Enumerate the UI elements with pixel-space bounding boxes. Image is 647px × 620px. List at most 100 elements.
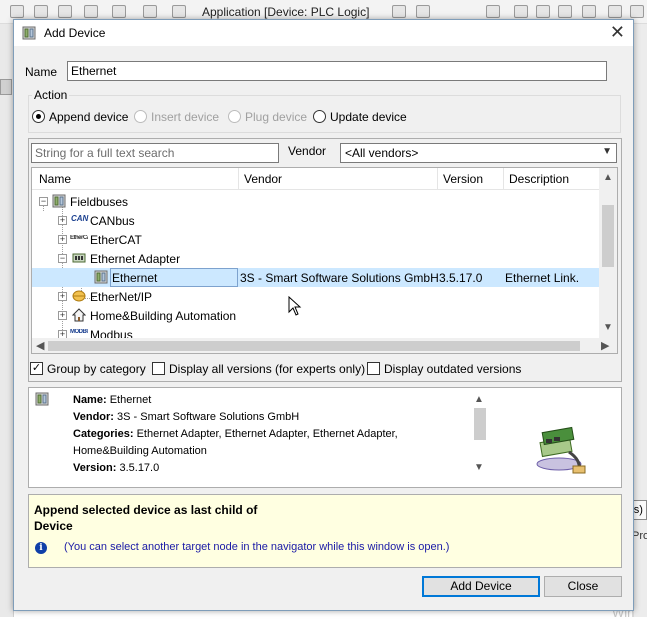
group-by-category-checkbox[interactable]: ✓ <box>30 362 43 375</box>
scrollbar-thumb[interactable] <box>48 341 580 351</box>
column-header-vendor[interactable]: Vendor <box>244 172 282 186</box>
tree-vertical-scrollbar[interactable]: ▲ ▼ <box>599 168 617 338</box>
expand-icon[interactable]: + <box>58 216 67 225</box>
expand-icon[interactable]: + <box>58 235 67 244</box>
device-icon <box>94 270 108 284</box>
insert-device-label: Insert device <box>151 110 220 124</box>
toolbar-undo-icon[interactable] <box>10 5 24 18</box>
toolbar-step-out-icon[interactable] <box>558 5 572 18</box>
ethercat-icon: EtherCAT <box>70 235 88 241</box>
toolbar-step-icon[interactable] <box>514 5 528 18</box>
dialog-title: Add Device <box>44 26 106 40</box>
collapse-icon[interactable]: − <box>58 254 67 263</box>
device-icon <box>35 392 49 406</box>
close-button[interactable]: Close <box>544 576 622 597</box>
plug-device-label: Plug device <box>245 110 308 124</box>
add-device-dialog: Add Device ✕ Name Ethernet Action Append… <box>13 19 634 611</box>
toolbar-copy-icon[interactable] <box>84 5 98 18</box>
toolbar-find-icon[interactable] <box>143 5 157 18</box>
tree-row-fieldbuses[interactable]: − Fieldbuses <box>32 192 599 211</box>
scroll-down-icon[interactable]: ▼ <box>474 462 484 473</box>
action-group-label: Action <box>32 88 70 102</box>
add-device-button[interactable]: Add Device <box>422 576 540 597</box>
name-input[interactable]: Ethernet <box>67 61 607 81</box>
column-header-version[interactable]: Version <box>443 172 483 186</box>
scrollbar-thumb[interactable] <box>474 408 486 440</box>
toolbar-step-over-icon[interactable] <box>536 5 550 18</box>
modbus-icon: MODBUS <box>70 329 88 335</box>
vendor-select-value: <All vendors> <box>345 146 419 160</box>
device-icon <box>22 26 36 40</box>
display-outdated-versions-label[interactable]: Display outdated versions <box>384 362 521 376</box>
toolbar-login-icon[interactable] <box>392 5 406 18</box>
tree-horizontal-scrollbar[interactable]: ◀ ▶ <box>32 338 617 353</box>
dialog-title-bar[interactable]: Add Device ✕ <box>14 20 633 46</box>
close-icon[interactable]: ✕ <box>610 22 625 42</box>
toolbar-extra-icon[interactable] <box>630 5 644 18</box>
append-device-label[interactable]: Append device <box>49 110 128 124</box>
column-header-description[interactable]: Description <box>509 172 569 186</box>
vendor-label: Vendor <box>288 144 327 158</box>
toolbar-cut-icon[interactable] <box>58 5 72 18</box>
tree-row-home-building[interactable]: + Home&Building Automation <box>32 306 599 325</box>
expand-icon[interactable]: + <box>58 311 67 320</box>
display-all-versions-checkbox[interactable] <box>152 362 165 375</box>
toolbar-logout-icon[interactable] <box>416 5 430 18</box>
ethernet-ip-icon <box>72 290 86 302</box>
scroll-down-icon[interactable]: ▼ <box>603 322 613 333</box>
left-panel-dropdown-icon[interactable] <box>0 79 12 95</box>
column-divider[interactable] <box>238 168 239 190</box>
hint-title: Append selected device as last child of … <box>34 503 258 533</box>
home-icon <box>72 308 86 322</box>
plug-device-radio <box>228 110 241 123</box>
toolbar-paste-icon[interactable] <box>112 5 126 18</box>
insert-device-radio <box>134 110 147 123</box>
toolbar-grid-icon[interactable] <box>172 5 186 18</box>
tree-row-version: 3.5.17.0 <box>439 271 483 285</box>
info-icon: i <box>35 542 47 554</box>
tree-row-label: EtherCAT <box>90 233 142 247</box>
column-divider[interactable] <box>503 168 504 190</box>
scroll-right-icon[interactable]: ▶ <box>601 339 609 352</box>
info-scrollbar[interactable]: ▲ ▼ <box>472 392 486 482</box>
toolbar-tools-icon[interactable] <box>486 5 500 18</box>
scrollbar-thumb[interactable] <box>602 205 614 267</box>
tree-row-ethernet[interactable]: Ethernet 3S - Smart Software Solutions G… <box>32 268 599 287</box>
hint-text: (You can select another target node in t… <box>64 541 450 553</box>
group-by-category-label[interactable]: Group by category <box>47 362 146 376</box>
full-text-search-input[interactable]: String for a full text search <box>31 143 279 163</box>
display-outdated-versions-checkbox[interactable] <box>367 362 380 375</box>
tree-row-ethercat[interactable]: + EtherCAT EtherCAT <box>32 230 599 249</box>
column-divider[interactable] <box>437 168 438 190</box>
tree-row-label: Ethernet Adapter <box>90 252 181 266</box>
ide-right-panel <box>633 24 647 617</box>
tree-row-label: Fieldbuses <box>70 195 129 209</box>
display-all-versions-label[interactable]: Display all versions (for experts only) <box>169 362 365 376</box>
collapse-icon[interactable]: − <box>39 197 48 206</box>
active-application-label[interactable]: Application [Device: PLC Logic] <box>202 5 369 19</box>
scroll-up-icon[interactable]: ▲ <box>603 172 613 183</box>
info-vendor: Vendor: 3S - Smart Software Solutions Gm… <box>73 411 300 423</box>
column-header-name[interactable]: Name <box>39 172 71 186</box>
toolbar-monitor-icon[interactable] <box>608 5 622 18</box>
append-device-radio[interactable] <box>32 110 45 123</box>
hint-panel: Append selected device as last child of … <box>28 494 622 568</box>
toolbar-breakpoint-icon[interactable] <box>582 5 596 18</box>
info-version: Version: 3.5.17.0 <box>73 462 160 474</box>
tree-row-label: Home&Building Automation <box>90 309 237 323</box>
scroll-left-icon[interactable]: ◀ <box>36 339 44 352</box>
expand-icon[interactable]: + <box>58 292 67 301</box>
tree-row-description: Ethernet Link. <box>505 271 580 285</box>
vendor-select[interactable]: <All vendors> ▼ <box>340 143 617 163</box>
update-device-label[interactable]: Update device <box>330 110 407 124</box>
scroll-up-icon[interactable]: ▲ <box>474 394 484 405</box>
mouse-cursor-icon <box>288 296 302 316</box>
tree-header: Name Vendor Version Description <box>32 168 599 190</box>
info-categories-continued: Home&Building Automation <box>73 445 207 457</box>
tree-row-ethernet-ip[interactable]: + EtherNet/IP <box>32 287 599 306</box>
tree-row-ethernet-adapter[interactable]: − Ethernet Adapter <box>32 249 599 268</box>
device-tree[interactable]: Name Vendor Version Description − Fieldb… <box>31 167 618 354</box>
tree-row-canbus[interactable]: + CAN CANbus <box>32 211 599 230</box>
toolbar-redo-icon[interactable] <box>34 5 48 18</box>
update-device-radio[interactable] <box>313 110 326 123</box>
